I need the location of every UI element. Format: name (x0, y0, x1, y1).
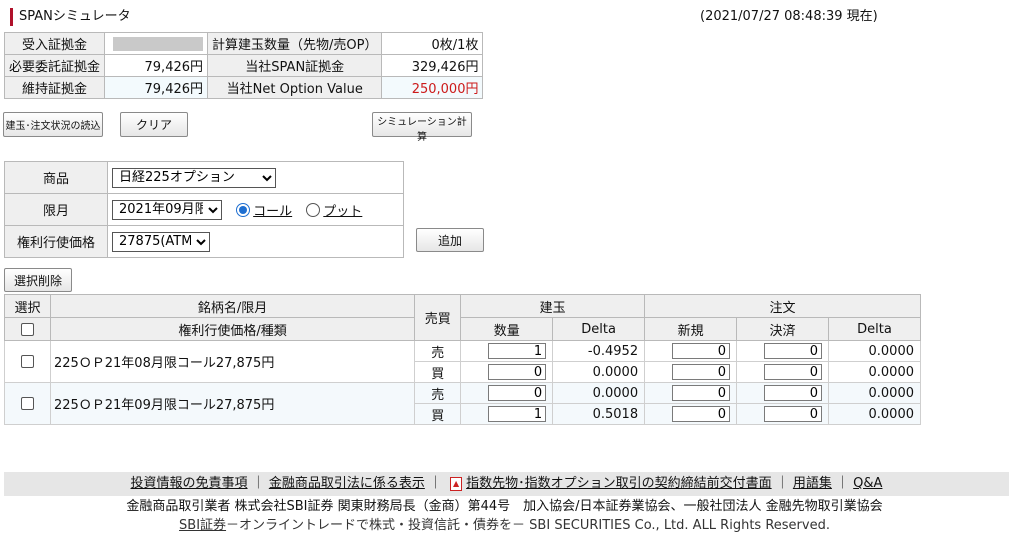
side-cell: 買 (414, 403, 462, 425)
header-order: 注文 (644, 294, 921, 318)
side-cell: 売 (414, 382, 462, 404)
table-row: 225ＯＰ21年09月限コール27,875円 売 0.0000 0.0000 (4, 382, 922, 425)
month-select[interactable]: 2021年09月限 (112, 199, 222, 220)
qty-input[interactable] (488, 364, 547, 380)
header-new: 新規 (644, 317, 738, 341)
row-checkbox[interactable] (20, 397, 34, 410)
value-received-margin (104, 32, 209, 55)
page-title: SPANシミュレータ (10, 8, 131, 26)
value-maintenance-margin: 79,426円 (104, 76, 209, 99)
load-positions-button[interactable]: 建玉･注文状況の読込 (3, 112, 103, 137)
close-order-input[interactable] (763, 385, 822, 401)
label-net-option-value: 当社Net Option Value (207, 76, 383, 99)
footer-links: 投資情報の免責事項 ｜ 金融商品取引法に係る表示 ｜ ▲ 指数先物･指数オプション… (4, 472, 1009, 496)
link-disclaimer[interactable]: 投資情報の免責事項 (131, 476, 248, 491)
masked-value (113, 36, 204, 51)
position-grid: 選択 銘柄名/限月 売買 建玉 注文 権利行使価格/種類 数量 Delta 新規… (4, 294, 922, 425)
strike-select[interactable]: 27875(ATM) (112, 231, 210, 252)
put-label[interactable]: プット (323, 204, 362, 219)
table-row: 225ＯＰ21年08月限コール27,875円 売 -0.4952 0.0000 (4, 340, 922, 383)
header-strike-type: 権利行使価格/種類 (49, 317, 416, 341)
delete-selected-button[interactable]: 選択削除 (4, 268, 72, 292)
copyright-text: －オンライントレードで株式・投資信託・債券を－ SBI SECURITIES C… (226, 518, 830, 533)
side-cell: 売 (414, 340, 462, 362)
qty-input[interactable] (488, 406, 547, 422)
close-order-input[interactable] (763, 406, 822, 422)
value-net-option-value: 250,000円 (381, 76, 484, 99)
company-info: 金融商品取引業者 株式会社SBI証券 関東財務局長（金商）第44号 加入協会/日… (126, 499, 883, 514)
order-delta-cell: 0.0000 (827, 340, 922, 362)
copyright: SBI証券－オンライントレードで株式・投資信託・債券を－ SBI SECURIT… (0, 516, 1009, 536)
label-span-margin: 当社SPAN証拠金 (207, 54, 383, 77)
label-required-margin: 必要委託証拠金 (3, 54, 106, 77)
clear-button[interactable]: クリア (120, 112, 188, 137)
label-month: 限月 (4, 193, 108, 226)
label-maintenance-margin: 維持証拠金 (3, 76, 106, 99)
side-cell: 買 (414, 361, 462, 383)
delta-cell: -0.4952 (552, 340, 646, 362)
new-order-input[interactable] (672, 364, 731, 380)
link-glossary[interactable]: 用語集 (793, 476, 832, 491)
order-delta-cell: 0.0000 (827, 382, 922, 404)
value-span-margin: 329,426円 (381, 54, 484, 77)
link-qa[interactable]: Q&A (853, 476, 882, 491)
call-label[interactable]: コール (253, 204, 292, 219)
header-qty: 数量 (460, 317, 554, 341)
put-radio[interactable] (306, 202, 321, 217)
instrument-name: 225ＯＰ21年09月限コール27,875円 (49, 382, 416, 425)
header-close: 決済 (736, 317, 829, 341)
close-order-input[interactable] (763, 343, 822, 359)
simulate-button[interactable]: シミュレーション計算 (372, 112, 472, 143)
delta-cell: 0.0000 (552, 382, 646, 404)
close-order-input[interactable] (763, 364, 822, 380)
label-strike: 権利行使価格 (4, 225, 108, 258)
link-contract-document[interactable]: 指数先物･指数オプション取引の契約締結前交付書面 (466, 476, 772, 491)
header-delta: Delta (552, 317, 646, 341)
instrument-name: 225ＯＰ21年08月限コール27,875円 (49, 340, 416, 383)
link-fiea-notice[interactable]: 金融商品取引法に係る表示 (269, 476, 425, 491)
product-select[interactable]: 日経225オプション (112, 167, 276, 188)
select-all-checkbox[interactable] (20, 322, 34, 336)
new-order-input[interactable] (672, 385, 731, 401)
row-checkbox[interactable] (20, 355, 34, 368)
add-button[interactable]: 追加 (416, 228, 484, 252)
timestamp: (2021/07/27 08:48:39 現在) (700, 9, 878, 24)
delta-cell: 0.5018 (552, 403, 646, 425)
option-selector: 商品 日経225オプション 限月 2021年09月限 コール プット 権利行使価… (4, 161, 404, 258)
delta-cell: 0.0000 (552, 361, 646, 383)
header-name-month: 銘柄名/限月 (49, 294, 416, 318)
value-required-margin: 79,426円 (104, 54, 209, 77)
header-side: 売買 (414, 294, 462, 341)
label-received-margin: 受入証拠金 (3, 32, 106, 55)
header-order-delta: Delta (827, 317, 922, 341)
new-order-input[interactable] (672, 406, 731, 422)
order-delta-cell: 0.0000 (827, 361, 922, 383)
qty-input[interactable] (488, 385, 547, 401)
link-sbi[interactable]: SBI証券 (179, 518, 226, 533)
value-position-count: 0枚/1枚 (381, 32, 484, 55)
label-position-count: 計算建玉数量（先物/売OP） (207, 32, 383, 55)
summary-table: 受入証拠金 計算建玉数量（先物/売OP） 0枚/1枚 必要委託証拠金 79,42… (3, 32, 484, 99)
call-radio[interactable] (236, 202, 251, 217)
label-product: 商品 (4, 161, 108, 194)
header-position: 建玉 (460, 294, 646, 318)
qty-input[interactable] (488, 343, 547, 359)
new-order-input[interactable] (672, 343, 731, 359)
pdf-icon: ▲ (450, 476, 463, 491)
order-delta-cell: 0.0000 (827, 403, 922, 425)
header-select: 選択 (4, 294, 51, 318)
